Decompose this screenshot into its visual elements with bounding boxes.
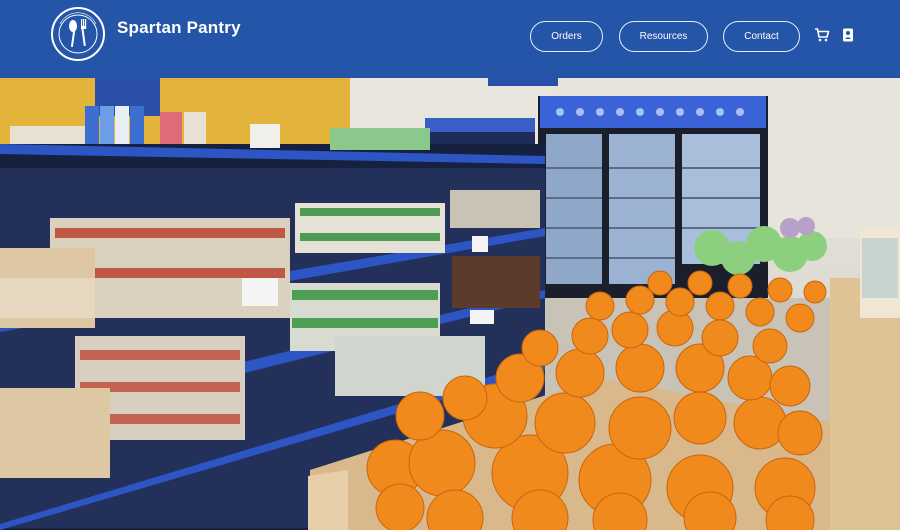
cart-icon[interactable] (814, 27, 830, 43)
nav-orders-button[interactable]: Orders (530, 21, 603, 52)
account-icon[interactable] (840, 27, 856, 43)
nav-contact-button[interactable]: Contact (723, 21, 800, 52)
nav-resources-button[interactable]: Resources (619, 21, 708, 52)
pantry-photo (0, 78, 900, 530)
hero-image (0, 78, 900, 530)
site-brand[interactable]: Spartan Pantry (117, 18, 241, 38)
pantry-logo[interactable] (50, 6, 106, 62)
site-header: Spartan Pantry Orders Resources Contact (0, 0, 900, 78)
